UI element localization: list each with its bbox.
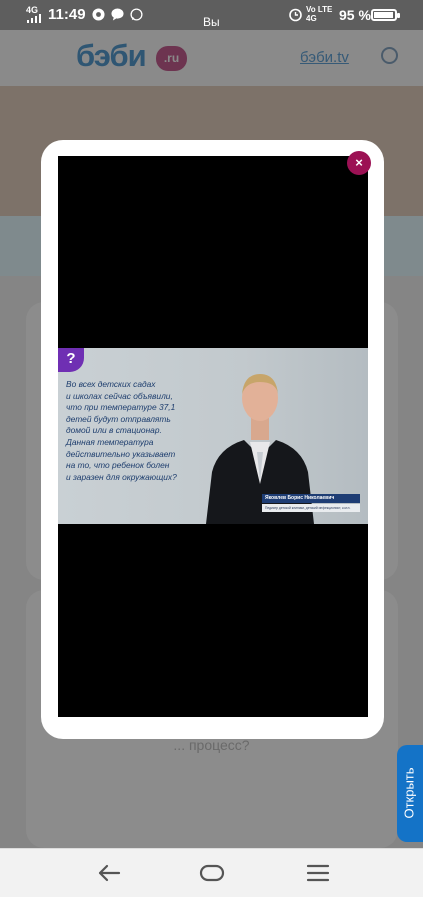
lte-label: Vo LTE bbox=[306, 5, 333, 14]
quote-line: и школах сейчас объявили, bbox=[66, 390, 173, 401]
quote-line: Данная температура bbox=[66, 436, 154, 447]
battery-icon bbox=[371, 9, 400, 21]
quote-line: домой или в стационар. bbox=[66, 425, 162, 436]
quote-line: действительно указывает bbox=[66, 448, 176, 459]
babytv-link[interactable]: бэби.tv bbox=[300, 49, 349, 66]
chrome-icon bbox=[92, 8, 105, 21]
signal-icon bbox=[27, 14, 41, 23]
quote-line: Во всех детских садах bbox=[66, 379, 156, 389]
search-icon[interactable] bbox=[381, 47, 398, 64]
home-icon[interactable] bbox=[198, 860, 226, 886]
clock: 11:49 bbox=[48, 6, 86, 23]
speaker-role: Педиатр детской клиники, детский инфекци… bbox=[262, 504, 360, 512]
close-button[interactable]: × bbox=[347, 151, 371, 175]
lte-gen-label: 4G bbox=[306, 14, 317, 23]
message-icon bbox=[111, 8, 124, 21]
site-header: бэби .ru бэби.tv bbox=[0, 30, 423, 86]
quote-line: и заразен для окружающих? bbox=[66, 471, 177, 482]
quote-line: детей будут отправлять bbox=[66, 413, 171, 424]
battery-percent: 95 % bbox=[339, 7, 371, 23]
status-bar: 4G 11:49 Вы Vo LTE 4G 95 % bbox=[0, 0, 423, 30]
open-tab-button[interactable]: Открыть bbox=[397, 745, 423, 842]
navigation-bar bbox=[0, 848, 423, 897]
menu-icon[interactable] bbox=[304, 860, 332, 886]
site-logo[interactable]: бэби bbox=[76, 38, 147, 74]
video-frame[interactable]: ? Во всех детских садах и школах сейчас … bbox=[58, 348, 368, 524]
battery-fill bbox=[374, 12, 393, 18]
speaker-name: Яковлев Борис Николаевич bbox=[262, 494, 360, 503]
video-quote: Во всех детских садах и школах сейчас об… bbox=[66, 379, 206, 483]
back-icon[interactable] bbox=[95, 860, 123, 886]
open-tab-label: Открыть bbox=[401, 767, 417, 819]
whatsapp-icon bbox=[130, 8, 143, 21]
lte-indicator: Vo LTE 4G bbox=[306, 5, 332, 23]
quote-line: на то, что ребенок болен bbox=[66, 460, 170, 471]
alarm-icon bbox=[289, 8, 302, 22]
site-logo-badge: .ru bbox=[156, 46, 187, 71]
quote-line: что при температуре 37,1 bbox=[66, 402, 176, 413]
status-center-label: Вы bbox=[203, 15, 220, 29]
